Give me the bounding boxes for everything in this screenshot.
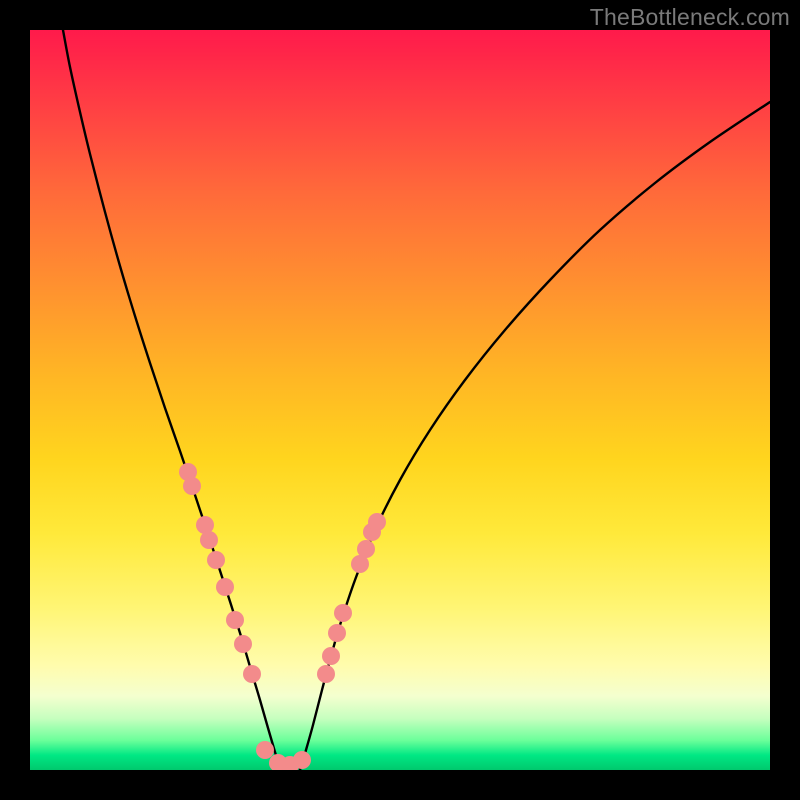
marker-dot <box>334 604 352 622</box>
marker-dot <box>200 531 218 549</box>
marker-group-bottom-dot-cluster <box>256 741 311 770</box>
marker-dot <box>322 647 340 665</box>
series-layer <box>63 30 770 770</box>
marker-dot <box>293 751 311 769</box>
marker-layer <box>179 463 386 770</box>
chart-frame: TheBottleneck.com <box>0 0 800 800</box>
watermark-text: TheBottleneck.com <box>590 4 790 31</box>
marker-dot <box>256 741 274 759</box>
marker-dot <box>183 477 201 495</box>
series-right-curve <box>300 102 770 770</box>
marker-group-right-dot-cluster <box>317 513 386 683</box>
marker-dot <box>207 551 225 569</box>
marker-dot <box>317 665 335 683</box>
marker-dot <box>234 635 252 653</box>
marker-dot <box>216 578 234 596</box>
marker-dot <box>226 611 244 629</box>
chart-svg <box>30 30 770 770</box>
marker-dot <box>368 513 386 531</box>
series-left-curve <box>63 30 280 770</box>
marker-dot <box>357 540 375 558</box>
marker-dot <box>243 665 261 683</box>
plot-area <box>30 30 770 770</box>
marker-dot <box>328 624 346 642</box>
